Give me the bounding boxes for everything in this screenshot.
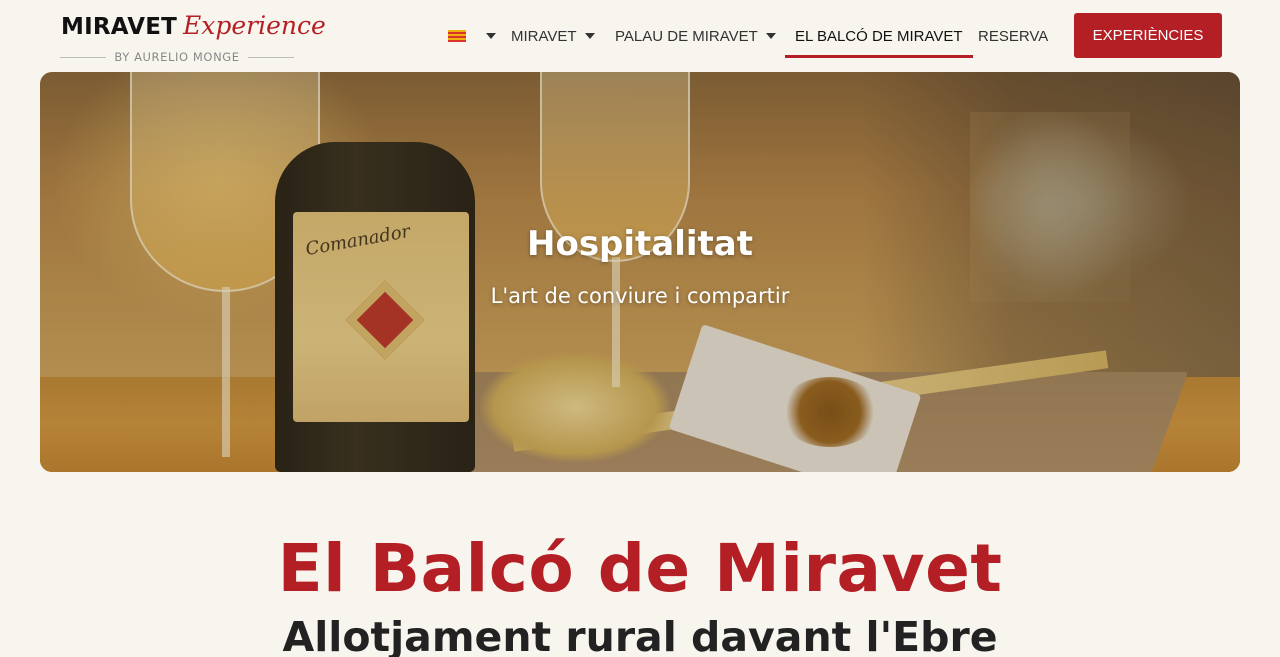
nav-item-miravet[interactable]: MIRAVET — [511, 25, 595, 47]
logo-byline: BY AURELIO MONGE — [60, 50, 294, 64]
nav-item-label: RESERVA — [978, 27, 1049, 45]
site-logo[interactable]: MIRAVET Experience BY AURELIO MONGE — [60, 8, 326, 68]
nav-item-label: MIRAVET — [511, 27, 577, 45]
nav-item-el-balco-de-miravet[interactable]: EL BALCÓ DE MIRAVET — [785, 25, 973, 58]
logo-script-text: Experience — [183, 11, 326, 40]
chevron-down-icon — [765, 33, 776, 39]
hero-overlay — [40, 72, 1240, 472]
catalan-flag-icon — [448, 30, 466, 42]
logo-wordmark: MIRAVET — [61, 14, 177, 40]
page-subtitle: Allotjament rural davant l'Ebre — [282, 613, 998, 657]
nav-item-palau-de-miravet[interactable]: PALAU DE MIRAVET — [615, 25, 776, 47]
chevron-down-icon — [486, 33, 496, 39]
nav-item-reserva[interactable]: RESERVA — [978, 25, 1048, 47]
hero-title: Hospitalitat — [527, 224, 753, 264]
experiencies-button[interactable]: EXPERIÈNCIES — [1074, 13, 1222, 58]
chevron-down-icon — [584, 33, 595, 39]
nav-item-label: EL BALCÓ DE MIRAVET — [795, 27, 963, 45]
active-nav-indicator — [785, 55, 973, 58]
site-header: MIRAVET Experience BY AURELIO MONGE MIRA… — [0, 0, 1280, 72]
logo-byline-text: BY AURELIO MONGE — [114, 50, 240, 64]
divider — [60, 56, 107, 58]
hero-banner: Comanador Hospitalitat L'art de conviure… — [40, 72, 1240, 472]
divider — [247, 56, 294, 58]
language-selector[interactable] — [448, 25, 496, 47]
page-title: El Balcó de Miravet — [277, 530, 1003, 607]
hero-subtitle: L'art de conviure i compartir — [490, 284, 790, 308]
nav-item-label: PALAU DE MIRAVET — [615, 27, 758, 45]
